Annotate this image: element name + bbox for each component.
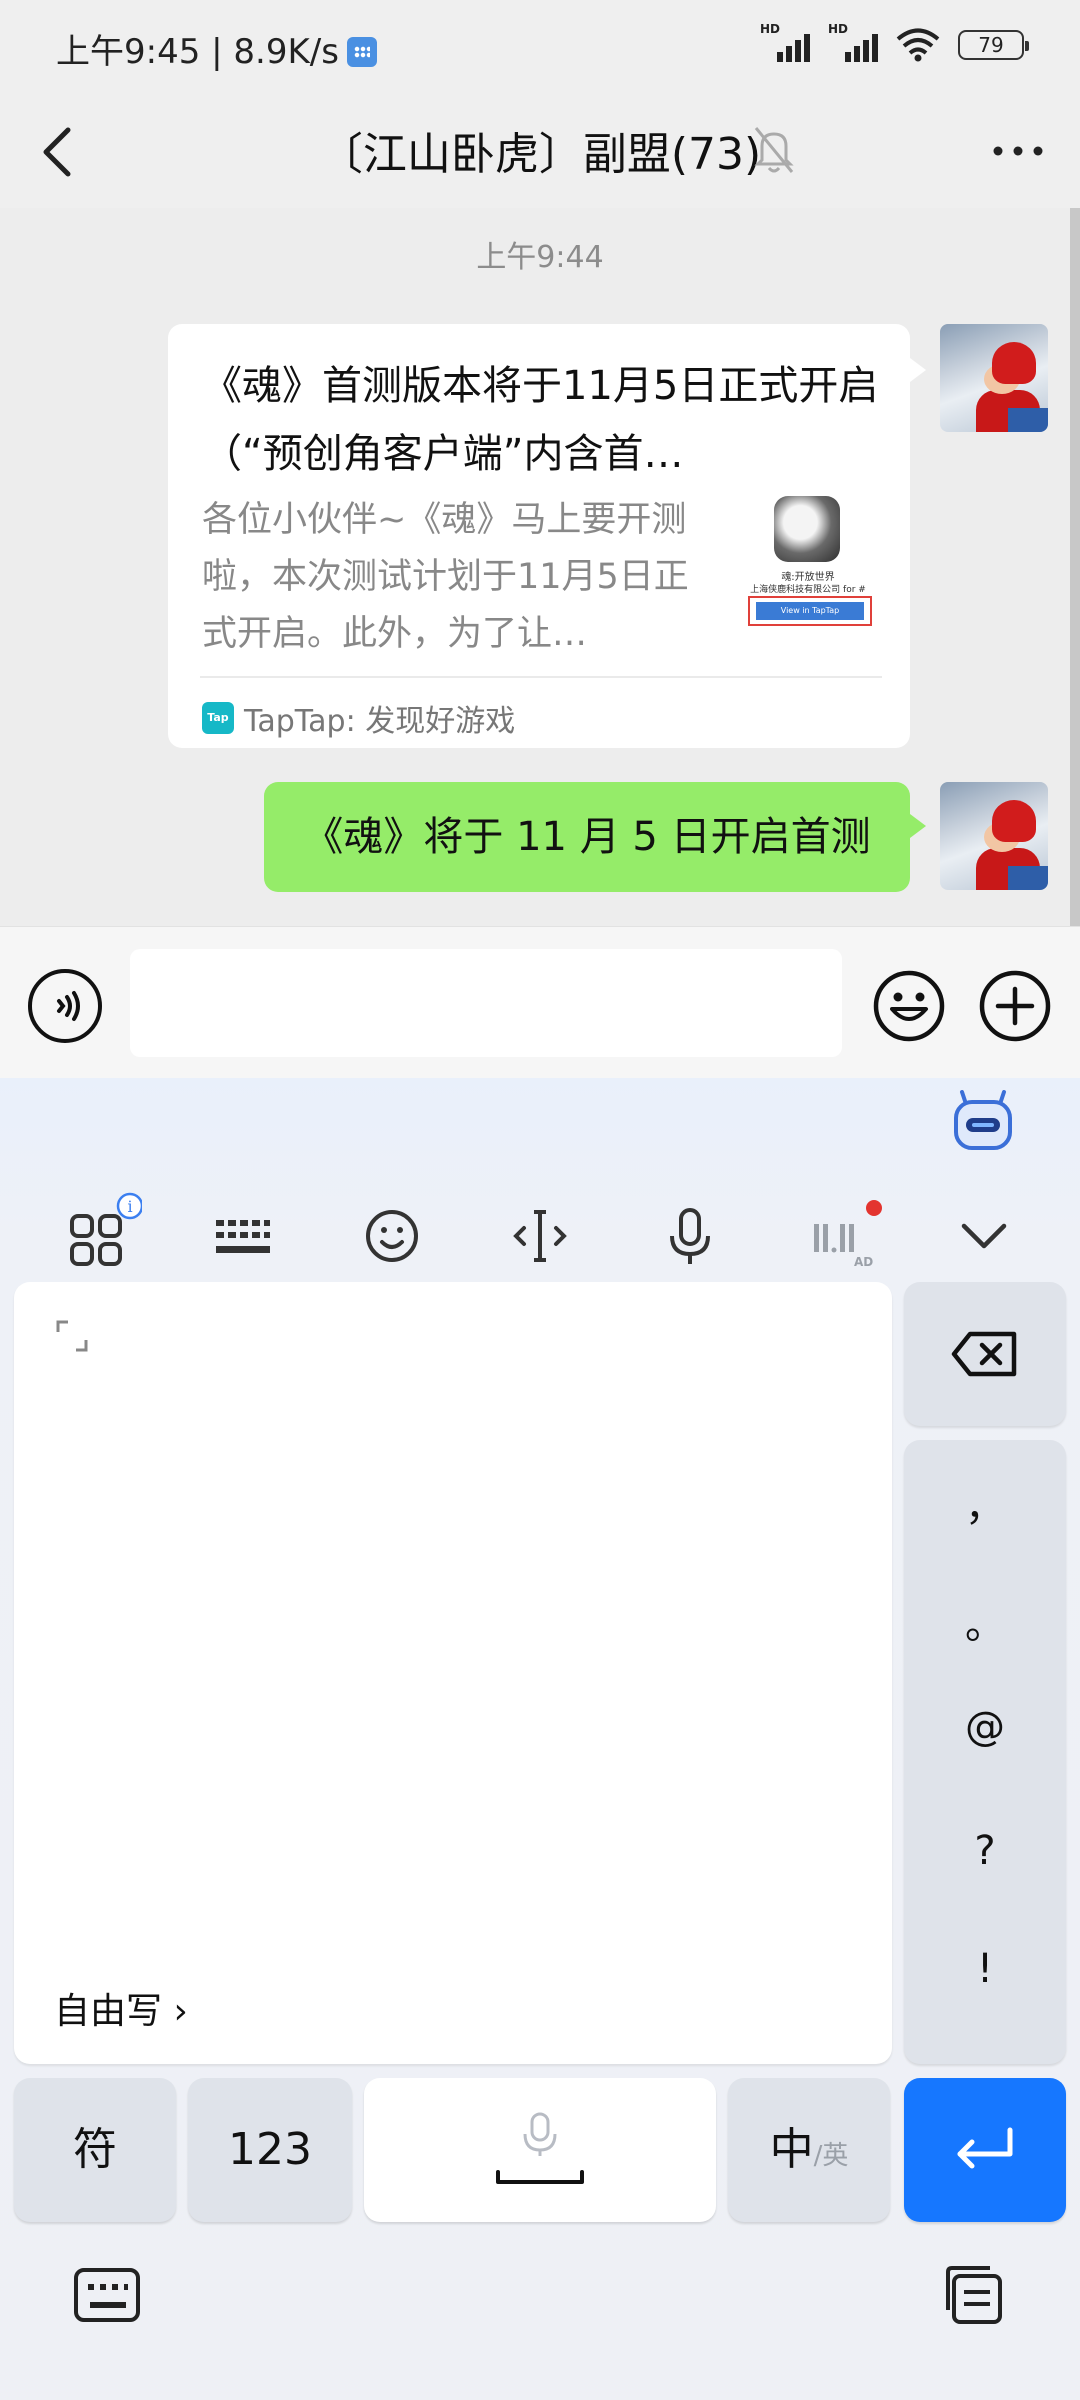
promo-1111-icon[interactable]: AD: [794, 1190, 886, 1282]
thumb-button-frame: View in TapTap: [748, 596, 872, 626]
chat-header: 〔江山卧虎〕副盟(73): [0, 96, 1080, 208]
collapse-chevron-down-icon[interactable]: [938, 1190, 1030, 1282]
svg-text:i: i: [127, 1197, 132, 1216]
thumb-button: View in TapTap: [756, 602, 864, 620]
space-mic-icon: [496, 2112, 584, 2184]
avatar[interactable]: [940, 782, 1048, 890]
link-card-source: Tap TapTap: 发现好游戏: [202, 696, 515, 740]
taptap-icon: Tap: [202, 702, 234, 734]
numbers-key[interactable]: 123: [188, 2078, 352, 2222]
handwriting-pad[interactable]: 自由写 ›: [14, 1282, 892, 2064]
punct-comma-key[interactable]: ，: [904, 1474, 1066, 1532]
signal-icon: HD: [760, 22, 810, 62]
more-options-icon[interactable]: [986, 126, 1050, 176]
link-card-description: 各位小伙伴~《魂》马上要开测啦，本次测试计划于11月5日正式开启。此外，为了让…: [202, 500, 689, 654]
expand-corner-icon[interactable]: [56, 1320, 88, 1352]
space-key[interactable]: [364, 2078, 716, 2222]
mute-bell-icon: [754, 127, 794, 173]
clipboard-icon[interactable]: [938, 2264, 1008, 2326]
link-card-thumbnail: 魂:开放世界 上海侠鹿科技有限公司 for # View in TapTap: [738, 496, 878, 646]
punct-exclaim-key[interactable]: !: [904, 1946, 1066, 1992]
scrollbar[interactable]: [1070, 208, 1080, 926]
language-switch-key[interactable]: 中/英: [728, 2078, 890, 2222]
lang-alt-label: /英: [813, 2141, 849, 2171]
ad-label: AD: [854, 1255, 873, 1269]
keyboard-layout-icon[interactable]: [196, 1190, 288, 1282]
battery-icon: 79: [958, 30, 1029, 60]
source-label: TapTap: 发现好游戏: [244, 704, 516, 739]
microphone-icon[interactable]: [644, 1190, 736, 1282]
game-logo: [774, 496, 840, 562]
message-timestamp: 上午9:44: [476, 240, 604, 275]
apps-grid-icon[interactable]: i: [50, 1190, 142, 1282]
punctuation-column: ， 。 @ ? !: [904, 1440, 1066, 2064]
symbols-key[interactable]: 符: [14, 2078, 176, 2222]
enter-arrow-icon: [957, 2127, 1013, 2169]
punct-at-key[interactable]: @: [904, 1704, 1066, 1750]
chat-area[interactable]: 上午9:44 《魂》首测版本将于11月5日正式开启（“预创角客户端”内含首… 各…: [0, 208, 1080, 926]
status-icons: HD HD 79: [760, 22, 1029, 62]
assistant-robot-icon[interactable]: [952, 1090, 1014, 1154]
link-card-message[interactable]: 《魂》首测版本将于11月5日正式开启（“预创角客户端”内含首… 各位小伙伴~《魂…: [168, 324, 926, 748]
status-time: 上午9:45 | 8.9K/s: [56, 24, 377, 73]
status-bar: 上午9:45 | 8.9K/s HD HD 79: [0, 0, 1080, 96]
avatar[interactable]: [940, 324, 1048, 432]
link-card-title: 《魂》首测版本将于11月5日正式开启（“预创角客户端”内含首…: [202, 363, 879, 477]
text-message-bubble[interactable]: 《魂》将于 11 月 5 日开启首测: [264, 782, 926, 892]
punct-question-key[interactable]: ?: [904, 1828, 1066, 1874]
ime-keyboard: i AD 自由写 › ， 。 @ ? ! 符 123 中/英: [0, 1078, 1080, 2400]
sms-icon: [346, 37, 377, 67]
backspace-key[interactable]: [904, 1282, 1066, 1426]
input-bar: [0, 926, 1080, 1078]
thumb-publisher: 上海侠鹿科技有限公司 for #: [750, 585, 866, 595]
emoji-icon[interactable]: [872, 969, 946, 1043]
backspace-icon: [951, 1331, 1017, 1377]
message-input[interactable]: [130, 949, 842, 1057]
signal-icon-2: HD: [828, 22, 878, 62]
keyboard-icon[interactable]: [72, 2264, 142, 2326]
thumb-game-name: 魂:开放世界: [781, 572, 835, 583]
punct-period-key[interactable]: 。: [904, 1592, 1066, 1650]
emoji-keyboard-icon[interactable]: [346, 1190, 438, 1282]
wifi-icon: [896, 28, 940, 62]
add-plus-icon[interactable]: [978, 969, 1052, 1043]
enter-key[interactable]: [904, 2078, 1066, 2222]
free-write-button[interactable]: 自由写 ›: [54, 1982, 188, 2034]
lang-main-label: 中: [769, 2124, 814, 2175]
voice-input-icon[interactable]: [28, 969, 102, 1043]
cursor-edit-icon[interactable]: [494, 1190, 586, 1282]
chat-title: 〔江山卧虎〕副盟(73): [318, 129, 762, 180]
card-divider: [200, 676, 882, 678]
